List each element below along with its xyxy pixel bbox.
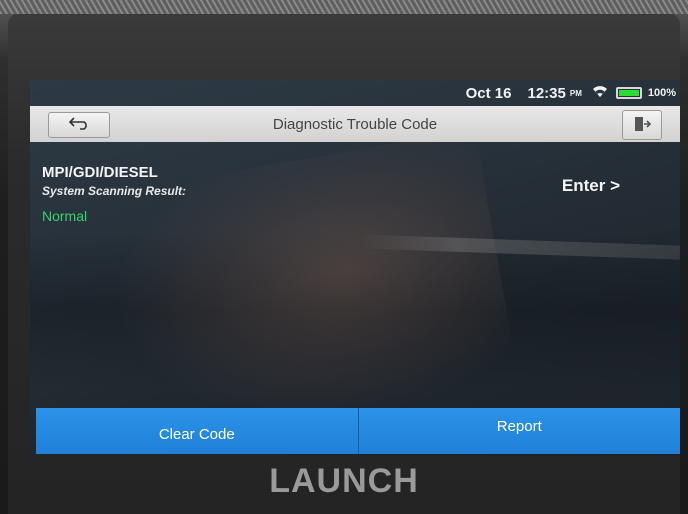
brand-logo: LAUNCH xyxy=(269,462,419,500)
back-button[interactable] xyxy=(48,112,110,138)
status-time: 12:35 xyxy=(527,84,566,102)
back-arrow-icon xyxy=(68,116,90,135)
title-bar: Diagnostic Trouble Code xyxy=(30,106,680,142)
scan-result-value: Normal xyxy=(42,208,88,224)
battery-icon xyxy=(615,87,642,99)
status-bar: Oct 16 12:35 PM 100% xyxy=(30,80,680,106)
exit-button[interactable] xyxy=(622,110,662,140)
screen-reflection-hand xyxy=(100,128,520,452)
page-title: Diagnostic Trouble Code xyxy=(272,115,438,133)
status-date: Oct 16 xyxy=(465,84,512,102)
device-top-edge xyxy=(0,0,688,14)
enter-button[interactable]: Enter > xyxy=(562,176,620,196)
scan-result-label: System Scanning Result: xyxy=(42,184,187,198)
report-button[interactable]: Report xyxy=(358,408,680,454)
wifi-icon xyxy=(592,85,608,101)
device-photo: Oct 16 12:35 PM 100% Diagnostic Trouble … xyxy=(0,0,688,514)
bottom-button-bar: Clear Code Report xyxy=(36,408,680,454)
battery-level-fill xyxy=(618,90,639,96)
screen-reflection-bar xyxy=(359,234,680,260)
system-name[interactable]: MPI/GDI/DIESEL xyxy=(42,164,158,181)
device-screen: Oct 16 12:35 PM 100% Diagnostic Trouble … xyxy=(30,80,680,456)
screen-reflection-shadow xyxy=(30,230,680,390)
battery-percent: 100% xyxy=(647,87,676,99)
exit-icon xyxy=(633,116,652,135)
status-ampm: PM xyxy=(569,88,582,98)
clear-code-button[interactable]: Clear Code xyxy=(36,408,359,454)
